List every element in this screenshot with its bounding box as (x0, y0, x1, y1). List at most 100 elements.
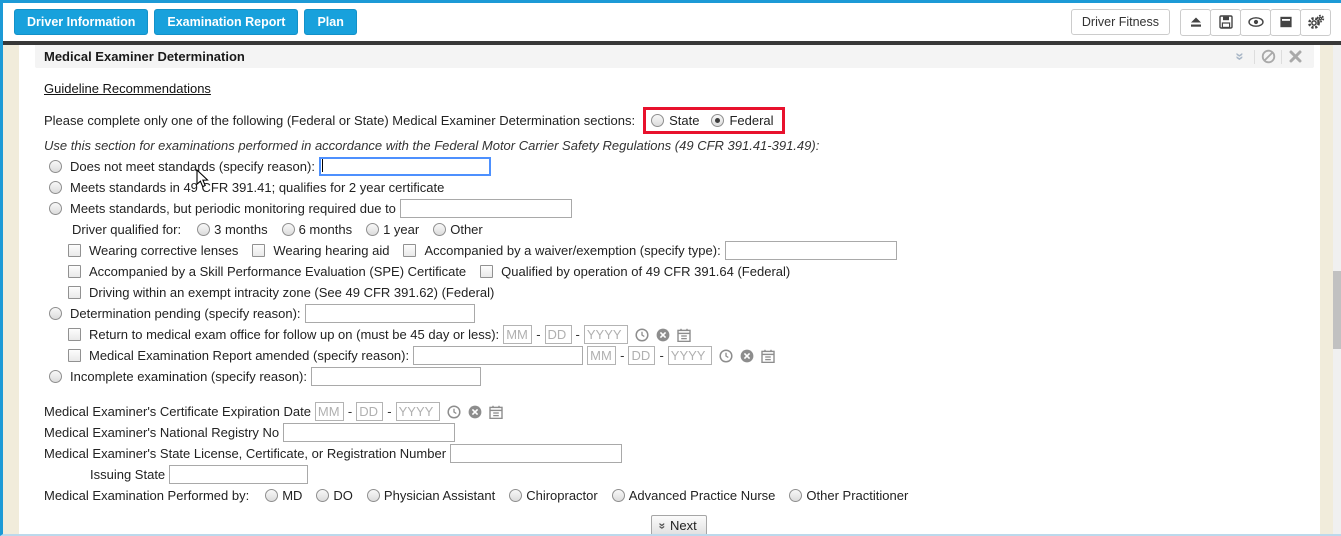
performed-by-pa-radio[interactable] (366, 489, 380, 502)
performed-by-apn-radio[interactable] (611, 489, 625, 502)
clear-icon[interactable] (468, 405, 482, 419)
calendar-icon[interactable] (677, 328, 691, 342)
panel-title: Medical Examiner Determination (44, 49, 245, 64)
meets-standards-label: Meets standards in 49 CFR 391.41; qualif… (70, 180, 445, 195)
driver-fitness-button[interactable]: Driver Fitness (1070, 8, 1170, 36)
performed-by-do-radio[interactable] (316, 489, 330, 502)
return-date-month-input[interactable] (503, 325, 533, 344)
qualified-1-year-label: 1 year (383, 222, 420, 237)
clock-icon[interactable] (447, 404, 461, 419)
section-instruction: Please complete only one of the followin… (44, 112, 636, 128)
amended-reason-input[interactable] (413, 346, 584, 365)
settings-button[interactable] (1300, 8, 1331, 36)
return-followup-checkbox[interactable] (68, 328, 81, 341)
determination-pending-radio[interactable] (49, 307, 62, 320)
performed-by-other-radio[interactable] (789, 489, 803, 502)
waiver-type-input[interactable] (724, 241, 897, 260)
clear-icon[interactable] (740, 349, 754, 363)
app-window: Driver Information Examination Report Pl… (0, 0, 1341, 536)
archive-icon (1278, 14, 1294, 30)
collapse-chevrons-icon[interactable]: » (1228, 45, 1254, 68)
qualified-3-months-radio[interactable] (197, 223, 211, 236)
return-date-year-input[interactable] (583, 325, 628, 344)
registry-no-input[interactable] (283, 423, 456, 442)
meets-standards-radio[interactable] (49, 181, 62, 194)
qualified-6-months-label: 6 months (298, 222, 353, 237)
nav-driver-information-button[interactable]: Driver Information (14, 8, 149, 36)
calendar-icon[interactable] (488, 405, 503, 419)
archive-button[interactable] (1270, 8, 1301, 36)
nav-plan-button[interactable]: Plan (304, 8, 357, 36)
guideline-recommendations-link[interactable]: Guideline Recommendations (44, 81, 211, 96)
does-not-meet-radio[interactable] (49, 160, 62, 173)
does-not-meet-label: Does not meet standards (specify reason)… (70, 159, 315, 174)
date-separator: - (347, 404, 353, 419)
state-license-label: Medical Examiner's State License, Certif… (44, 446, 447, 461)
qualified-other-radio[interactable] (433, 223, 447, 236)
amended-date-day-input[interactable] (628, 346, 656, 365)
determination-pending-input[interactable] (304, 304, 475, 323)
jurisdiction-highlight-box: State Federal (643, 106, 785, 134)
cert-exp-month-input[interactable] (314, 402, 344, 421)
scrollbar-thumb[interactable] (1333, 271, 1341, 349)
date-separator: - (659, 348, 664, 363)
periodic-monitoring-label: Meets standards, but periodic monitoring… (70, 201, 396, 216)
right-margin-strip (1320, 45, 1333, 534)
panel-header: Medical Examiner Determination » (35, 45, 1314, 68)
cert-exp-year-input[interactable] (395, 402, 440, 421)
med-examiner-panel: Medical Examiner Determination » Guideli… (35, 45, 1314, 534)
corrective-lenses-checkbox[interactable] (68, 244, 81, 257)
nav-examination-report-button[interactable]: Examination Report (154, 8, 299, 36)
clock-icon[interactable] (635, 327, 649, 342)
corrective-lenses-label: Wearing corrective lenses (89, 243, 239, 258)
driver-qualified-label: Driver qualified for: (72, 222, 182, 237)
report-amended-label: Medical Examination Report amended (spec… (89, 348, 410, 363)
federal-section-note: Use this section for examinations perfor… (44, 138, 820, 153)
amended-date-year-input[interactable] (667, 346, 712, 365)
intracity-zone-checkbox[interactable] (68, 286, 81, 299)
qualified-1-year-radio[interactable] (366, 223, 380, 236)
periodic-monitoring-input[interactable] (399, 199, 572, 218)
performed-by-md-radio[interactable] (265, 489, 279, 502)
performed-by-chiro-radio[interactable] (509, 489, 523, 502)
calendar-icon[interactable] (761, 349, 775, 363)
incomplete-exam-radio[interactable] (49, 370, 62, 383)
waiver-exemption-checkbox[interactable] (403, 244, 417, 257)
report-amended-checkbox[interactable] (68, 349, 81, 362)
amended-date-month-input[interactable] (587, 346, 617, 365)
incomplete-exam-label: Incomplete examination (specify reason): (70, 369, 308, 384)
qualified-6-months-radio[interactable] (281, 223, 295, 236)
save-button[interactable] (1210, 8, 1241, 36)
date-separator: - (536, 327, 541, 342)
state-radio[interactable] (651, 113, 665, 127)
determination-form: Guideline Recommendations Please complet… (35, 68, 1314, 534)
eject-button[interactable] (1180, 8, 1211, 36)
eye-icon (1247, 14, 1265, 30)
hearing-aid-checkbox[interactable] (252, 244, 266, 257)
performed-by-md-label: MD (282, 488, 303, 503)
cert-expiration-label: Medical Examiner's Certificate Expiratio… (44, 404, 311, 419)
disable-icon[interactable] (1255, 45, 1281, 68)
performed-by-do-label: DO (333, 488, 353, 503)
return-date-day-input[interactable] (544, 325, 572, 344)
preview-button[interactable] (1240, 8, 1271, 36)
performed-by-apn-label: Advanced Practice Nurse (628, 488, 776, 503)
vertical-scrollbar[interactable] (1333, 45, 1341, 534)
periodic-monitoring-radio[interactable] (49, 202, 62, 215)
eject-icon (1188, 14, 1204, 30)
issuing-state-input[interactable] (169, 465, 309, 484)
federal-radio[interactable] (711, 113, 725, 127)
performed-by-chiro-label: Chiropractor (526, 488, 598, 503)
state-license-input[interactable] (450, 444, 623, 463)
incomplete-reason-input[interactable] (311, 367, 482, 386)
clear-icon[interactable] (656, 328, 670, 342)
cfr-39164-checkbox[interactable] (480, 265, 494, 278)
spe-certificate-checkbox[interactable] (68, 265, 81, 278)
cert-exp-day-input[interactable] (356, 402, 384, 421)
intracity-zone-label: Driving within an exempt intracity zone … (89, 285, 495, 300)
next-button[interactable]: » Next (651, 515, 707, 534)
double-chevron-down-icon: » (655, 522, 670, 529)
does-not-meet-reason-input[interactable] (318, 157, 491, 176)
clock-icon[interactable] (719, 348, 733, 363)
close-icon[interactable] (1282, 45, 1308, 68)
